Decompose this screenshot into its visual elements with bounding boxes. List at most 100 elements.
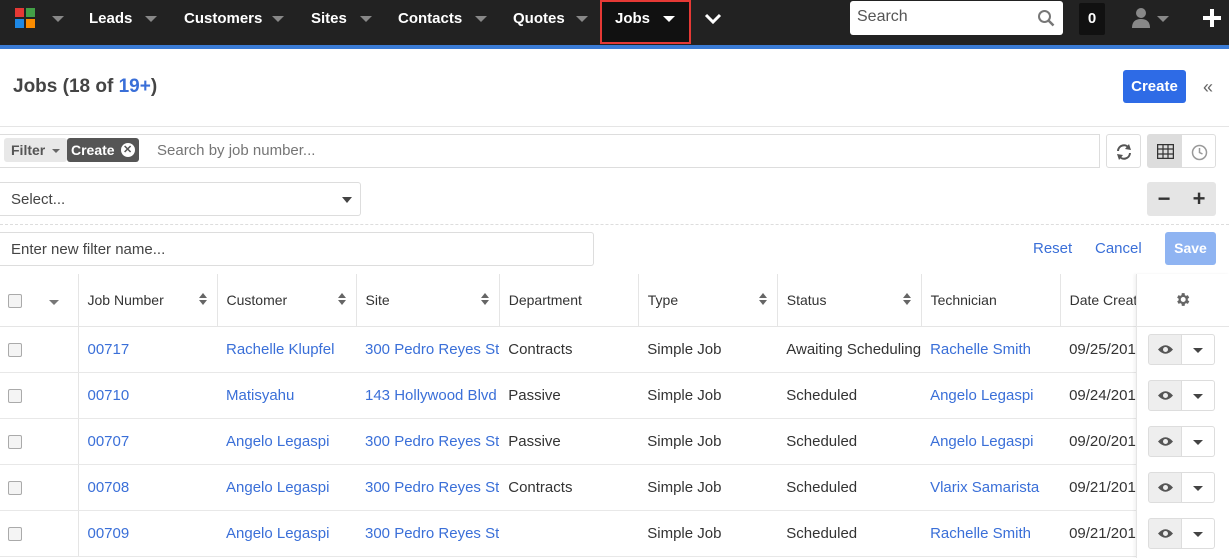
nav-quotes[interactable]: Quotes <box>513 0 565 38</box>
customer-link[interactable]: Angelo Legaspi <box>217 510 356 557</box>
sort-icon[interactable] <box>198 293 207 305</box>
site-link[interactable]: 300 Pedro Reyes St <box>356 326 500 373</box>
jobs-chevron-down-icon[interactable] <box>663 16 675 22</box>
site-link[interactable]: 300 Pedro Reyes St <box>356 510 500 557</box>
nav-sites[interactable]: Sites <box>311 0 347 38</box>
sort-icon[interactable] <box>337 293 346 305</box>
row-menu-chevron-down-icon[interactable] <box>1182 518 1215 549</box>
view-button[interactable] <box>1148 334 1182 365</box>
job-number-link[interactable]: 00717 <box>78 326 217 373</box>
table-row[interactable]: 00710 Matisyahu 143 Hollywood Blvd Passi… <box>0 372 1200 419</box>
filter-name-input[interactable] <box>9 233 573 265</box>
select-all-cell <box>0 274 30 327</box>
grid-view-button[interactable] <box>1147 134 1182 168</box>
table-row[interactable]: 00708 Angelo Legaspi 300 Pedro Reyes St … <box>0 464 1200 511</box>
nav-contacts[interactable]: Contacts <box>398 0 462 38</box>
select-caret-icon <box>342 197 352 203</box>
view-button[interactable] <box>1148 472 1182 503</box>
history-view-button[interactable] <box>1181 134 1216 168</box>
technician-link[interactable]: Vlarix Samarista <box>921 464 1061 511</box>
nav-jobs[interactable]: Jobs <box>615 0 650 38</box>
collapse-panel-icon[interactable]: « <box>1203 77 1213 98</box>
row-checkbox[interactable] <box>8 481 22 496</box>
job-number-link[interactable]: 00709 <box>78 510 217 557</box>
site-link[interactable]: 300 Pedro Reyes St <box>356 418 500 465</box>
saved-filter-select[interactable]: Select... <box>0 182 361 216</box>
table-row[interactable]: 00717 Rachelle Klupfel 300 Pedro Reyes S… <box>0 326 1200 373</box>
view-button[interactable] <box>1148 380 1182 411</box>
row-checkbox[interactable] <box>8 343 22 358</box>
customer-link[interactable]: Rachelle Klupfel <box>217 326 356 373</box>
global-search-input[interactable] <box>850 1 1027 33</box>
row-menu-chevron-down-icon[interactable] <box>1182 380 1215 411</box>
sort-icon[interactable] <box>758 293 767 305</box>
bulk-actions-cell[interactable] <box>30 274 79 327</box>
technician-link[interactable]: Angelo Legaspi <box>921 372 1061 419</box>
active-filter-chip[interactable]: Create ✕ <box>67 138 139 162</box>
view-button[interactable] <box>1148 426 1182 457</box>
quotes-chevron-down-icon[interactable] <box>576 16 588 22</box>
reset-button[interactable]: Reset <box>1033 240 1072 257</box>
col-job-number[interactable]: Job Number <box>78 274 218 327</box>
row-menu-chevron-down-icon[interactable] <box>1182 334 1215 365</box>
customer-link[interactable]: Angelo Legaspi <box>217 464 356 511</box>
col-customer[interactable]: Customer <box>217 274 357 327</box>
technician-link[interactable]: Rachelle Smith <box>921 510 1061 557</box>
contacts-chevron-down-icon[interactable] <box>475 16 487 22</box>
user-avatar-icon[interactable] <box>1131 7 1151 29</box>
col-status[interactable]: Status <box>777 274 922 327</box>
total-count-link[interactable]: 19+ <box>119 76 151 97</box>
job-number-link[interactable]: 00710 <box>78 372 217 419</box>
row-menu-chevron-down-icon[interactable] <box>1182 426 1215 457</box>
filter-dropdown-button[interactable]: Filter <box>4 138 68 162</box>
refresh-button[interactable] <box>1106 134 1141 168</box>
add-plus-icon[interactable] <box>1202 8 1222 28</box>
search-icon[interactable] <box>1037 9 1055 27</box>
col-department[interactable]: Department <box>499 274 639 327</box>
job-number-link[interactable]: 00707 <box>78 418 217 465</box>
customers-chevron-down-icon[interactable] <box>272 16 284 22</box>
create-job-button[interactable]: Create <box>1123 70 1186 103</box>
cancel-button[interactable]: Cancel <box>1095 240 1142 257</box>
customer-link[interactable]: Angelo Legaspi <box>217 418 356 465</box>
global-search[interactable] <box>850 1 1063 35</box>
table-row[interactable]: 00709 Angelo Legaspi 300 Pedro Reyes St … <box>0 510 1200 557</box>
site-link[interactable]: 300 Pedro Reyes St <box>356 464 500 511</box>
sites-chevron-down-icon[interactable] <box>360 16 372 22</box>
col-type[interactable]: Type <box>638 274 778 327</box>
nav-customers[interactable]: Customers <box>184 0 262 38</box>
plus-button[interactable]: + <box>1182 182 1216 216</box>
select-all-checkbox[interactable] <box>8 294 22 309</box>
logo-chevron-down-icon[interactable] <box>52 16 64 22</box>
filter-name-field[interactable] <box>0 232 594 266</box>
notification-count-badge[interactable]: 0 <box>1079 3 1105 35</box>
jobs-table: Job Number Customer Site Department Type… <box>0 274 1200 557</box>
col-technician[interactable]: Technician <box>921 274 1061 327</box>
job-number-search-input[interactable] <box>155 141 659 160</box>
eye-icon <box>1158 345 1173 354</box>
bulk-actions-caret-icon[interactable] <box>48 300 59 305</box>
app-logo[interactable] <box>15 8 37 30</box>
sort-icon[interactable] <box>480 293 489 305</box>
row-menu-chevron-down-icon[interactable] <box>1182 472 1215 503</box>
more-chevron-down-icon[interactable] <box>704 12 722 26</box>
user-chevron-down-icon[interactable] <box>1157 16 1169 22</box>
save-filter-button[interactable]: Save <box>1165 232 1216 265</box>
sort-icon[interactable] <box>902 293 911 305</box>
job-number-link[interactable]: 00708 <box>78 464 217 511</box>
row-checkbox[interactable] <box>8 389 22 404</box>
leads-chevron-down-icon[interactable] <box>145 16 157 22</box>
row-checkbox[interactable] <box>8 435 22 450</box>
col-site[interactable]: Site <box>356 274 500 327</box>
view-button[interactable] <box>1148 518 1182 549</box>
nav-leads[interactable]: Leads <box>89 0 132 38</box>
technician-link[interactable]: Rachelle Smith <box>921 326 1061 373</box>
minus-button[interactable]: − <box>1147 182 1181 216</box>
customer-link[interactable]: Matisyahu <box>217 372 356 419</box>
gear-icon[interactable] <box>1174 291 1191 308</box>
table-row[interactable]: 00707 Angelo Legaspi 300 Pedro Reyes St … <box>0 418 1200 465</box>
remove-chip-close-icon[interactable]: ✕ <box>120 143 135 157</box>
technician-link[interactable]: Angelo Legaspi <box>921 418 1061 465</box>
site-link[interactable]: 143 Hollywood Blvd <box>356 372 500 419</box>
row-checkbox[interactable] <box>8 527 22 542</box>
